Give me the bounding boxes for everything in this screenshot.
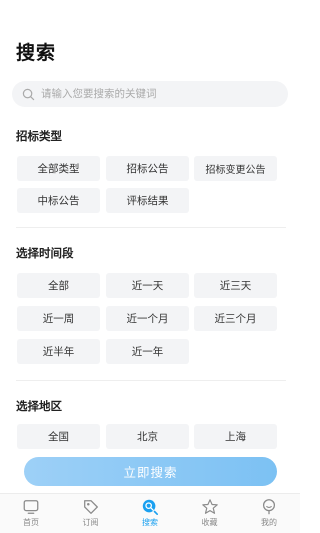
search-icon (142, 499, 159, 516)
time-option-1week[interactable]: 近一周 (17, 306, 100, 331)
time-range-title: 选择时间段 (16, 246, 74, 260)
tab-favorites[interactable]: 收藏 (184, 494, 236, 533)
bottom-tab-bar: 首页 订阅 搜索 收藏 我的 (0, 493, 300, 533)
region-option-beijing[interactable]: 北京 (106, 424, 189, 449)
region-title: 选择地区 (16, 399, 62, 413)
divider (16, 227, 286, 228)
tab-profile[interactable]: 我的 (243, 494, 295, 533)
tab-label: 订阅 (82, 518, 99, 527)
bid-type-option-award[interactable]: 中标公告 (17, 188, 100, 213)
bid-type-option-announcement[interactable]: 招标公告 (106, 156, 189, 181)
tab-home[interactable]: 首页 (5, 494, 57, 533)
bid-type-option-all[interactable]: 全部类型 (17, 156, 100, 181)
home-icon (23, 500, 39, 514)
time-option-half-year[interactable]: 近半年 (17, 339, 100, 364)
search-input[interactable] (41, 88, 271, 100)
bid-type-title: 招标类型 (16, 129, 62, 143)
bid-type-option-change[interactable]: 招标变更公告 (194, 156, 277, 181)
time-option-1day[interactable]: 近一天 (106, 273, 189, 298)
star-icon (201, 499, 218, 514)
tag-icon (83, 500, 98, 514)
region-option-shanghai[interactable]: 上海 (194, 424, 277, 449)
time-option-3days[interactable]: 近三天 (194, 273, 277, 298)
time-option-all[interactable]: 全部 (17, 273, 100, 298)
user-icon (262, 499, 276, 515)
time-option-3months[interactable]: 近三个月 (194, 306, 277, 331)
time-option-1month[interactable]: 近一个月 (106, 306, 189, 331)
search-bar[interactable] (12, 81, 288, 107)
tab-subscribe[interactable]: 订阅 (65, 494, 117, 533)
page-title: 搜索 (16, 42, 57, 64)
tab-label: 搜索 (142, 518, 158, 527)
bid-type-option-evaluation[interactable]: 评标结果 (106, 188, 189, 213)
region-option-national[interactable]: 全国 (17, 424, 100, 449)
tab-search[interactable]: 搜索 (124, 494, 176, 533)
divider (16, 380, 286, 381)
search-icon (22, 88, 35, 100)
tab-label: 我的 (261, 518, 277, 527)
tab-label: 首页 (23, 518, 39, 527)
tab-label: 收藏 (201, 518, 218, 527)
time-option-1year[interactable]: 近一年 (106, 339, 189, 364)
search-submit-button[interactable]: 立即搜索 (24, 457, 277, 486)
